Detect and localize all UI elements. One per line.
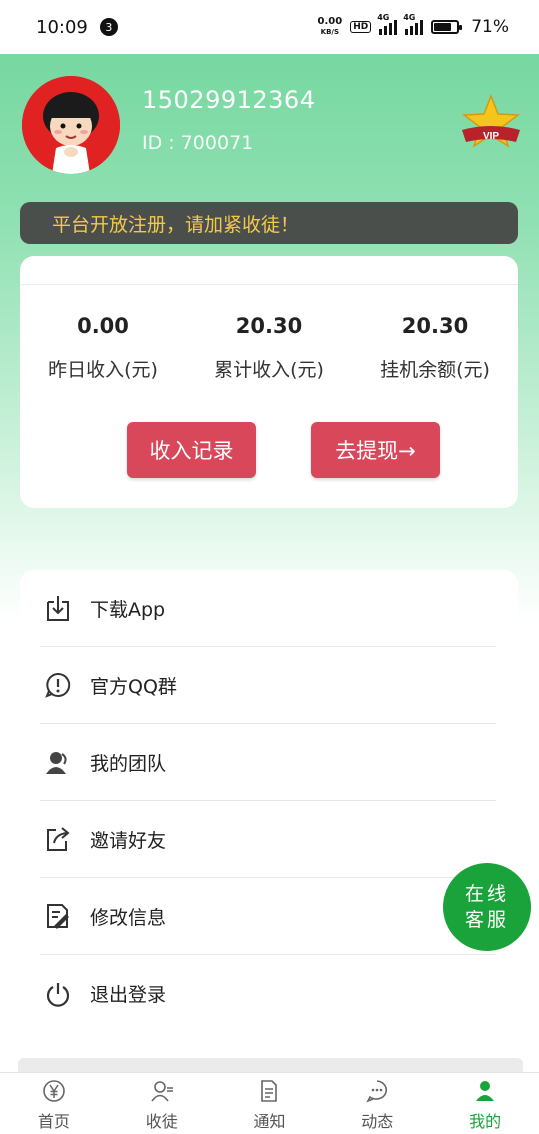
yuan-icon <box>42 1079 66 1103</box>
menu-label: 官方QQ群 <box>90 675 177 698</box>
menu-label: 下载App <box>90 598 166 621</box>
bottom-tab-bar: 首页 收徒 通知 动态 我的 <box>0 1072 539 1134</box>
earnings-card: 0.00 昨日收入(元) 20.30 累计收入(元) 20.30 挂机余额(元)… <box>20 256 518 508</box>
tab-home[interactable]: 首页 <box>0 1073 108 1134</box>
network-speed: 0.00 KB/S <box>318 17 343 37</box>
stat-balance: 20.30 挂机余额(元) <box>352 314 518 382</box>
stat-label: 累计收入(元) <box>214 359 324 381</box>
battery-fill <box>434 23 452 31</box>
stat-yesterday-income: 0.00 昨日收入(元) <box>20 314 186 382</box>
stat-label: 挂机余额(元) <box>380 359 490 381</box>
power-icon <box>44 980 72 1008</box>
signal-icon-2: 4G <box>403 13 424 35</box>
share-icon <box>44 825 72 853</box>
edit-document-icon <box>44 902 72 930</box>
stat-value: 20.30 <box>401 314 469 338</box>
footer-strip <box>18 1058 523 1072</box>
tab-label: 收徒 <box>145 1112 178 1131</box>
announcement-text: 平台开放注册，请加紧收徒！ <box>52 213 300 236</box>
online-service-button[interactable]: 在线 客服 <box>443 863 531 951</box>
menu-item-logout[interactable]: 退出登录 <box>40 955 496 1032</box>
signal-icon: 4G <box>377 13 398 35</box>
hd-icon: HD <box>350 21 372 33</box>
user-id: ID : 700071 <box>142 132 254 154</box>
online-service-line1: 在线 <box>464 883 509 905</box>
menu-label: 修改信息 <box>90 906 167 929</box>
tab-mine[interactable]: 我的 <box>431 1073 539 1134</box>
stat-total-income: 20.30 累计收入(元) <box>186 314 352 382</box>
status-time: 10:09 <box>36 16 88 38</box>
tab-feed[interactable]: 动态 <box>323 1073 431 1134</box>
alert-circle-icon <box>44 671 72 699</box>
card-divider <box>20 284 518 285</box>
menu-item-download-app[interactable]: 下载App <box>40 570 496 647</box>
vip-label: VIP <box>483 131 499 142</box>
battery-icon <box>431 20 463 34</box>
stat-value: 0.00 <box>77 314 129 338</box>
tab-label: 首页 <box>37 1112 70 1131</box>
online-service-line2: 客服 <box>464 909 509 931</box>
tab-label: 通知 <box>253 1112 286 1131</box>
network-type-2: 4G <box>403 13 416 22</box>
menu-item-my-team[interactable]: 我的团队 <box>40 724 496 801</box>
status-indicators: 0.00 KB/S HD 4G 4G 71% <box>318 13 510 37</box>
withdraw-button[interactable]: 去提现→ <box>311 422 440 478</box>
add-user-icon <box>150 1079 174 1103</box>
tab-label: 动态 <box>361 1112 394 1131</box>
announcement-bar: 平台开放注册，请加紧收徒！ <box>20 202 518 244</box>
user-phone: 15029912364 <box>142 86 316 114</box>
avatar-image <box>22 76 120 174</box>
menu-item-edit-info[interactable]: 修改信息 <box>40 878 496 955</box>
network-speed-unit: KB/S <box>320 28 340 36</box>
tab-recruit[interactable]: 收徒 <box>108 1073 216 1134</box>
stat-value: 20.30 <box>235 314 303 338</box>
user-icon <box>473 1079 497 1103</box>
status-bar: 10:09 3 0.00 KB/S HD 4G 4G 71% <box>0 0 539 54</box>
income-record-button[interactable]: 收入记录 <box>127 422 256 478</box>
menu-item-invite-friends[interactable]: 邀请好友 <box>40 801 496 878</box>
chat-icon <box>365 1079 389 1103</box>
menu-label: 退出登录 <box>90 984 167 1006</box>
menu-label: 我的团队 <box>90 752 167 775</box>
team-icon <box>44 748 72 776</box>
battery-percent: 71% <box>471 17 509 37</box>
network-type-1: 4G <box>377 13 390 22</box>
document-icon <box>257 1079 281 1103</box>
avatar[interactable] <box>22 76 120 174</box>
download-icon <box>44 594 72 622</box>
tab-label: 我的 <box>469 1112 502 1131</box>
stat-label: 昨日收入(元) <box>48 359 158 381</box>
notification-count-badge: 3 <box>99 18 118 36</box>
menu-label: 邀请好友 <box>90 829 167 852</box>
menu-item-qq-group[interactable]: 官方QQ群 <box>40 647 496 724</box>
vip-star-icon[interactable]: VIP <box>458 93 524 156</box>
tab-notice[interactable]: 通知 <box>216 1073 324 1134</box>
menu-card: 下载App 官方QQ群 我的团队 邀请好友 修改信息 退出登录 <box>20 570 518 1040</box>
profile-header: 15029912364 ID : 700071 VIP <box>22 76 522 176</box>
network-speed-value: 0.00 <box>317 16 343 27</box>
